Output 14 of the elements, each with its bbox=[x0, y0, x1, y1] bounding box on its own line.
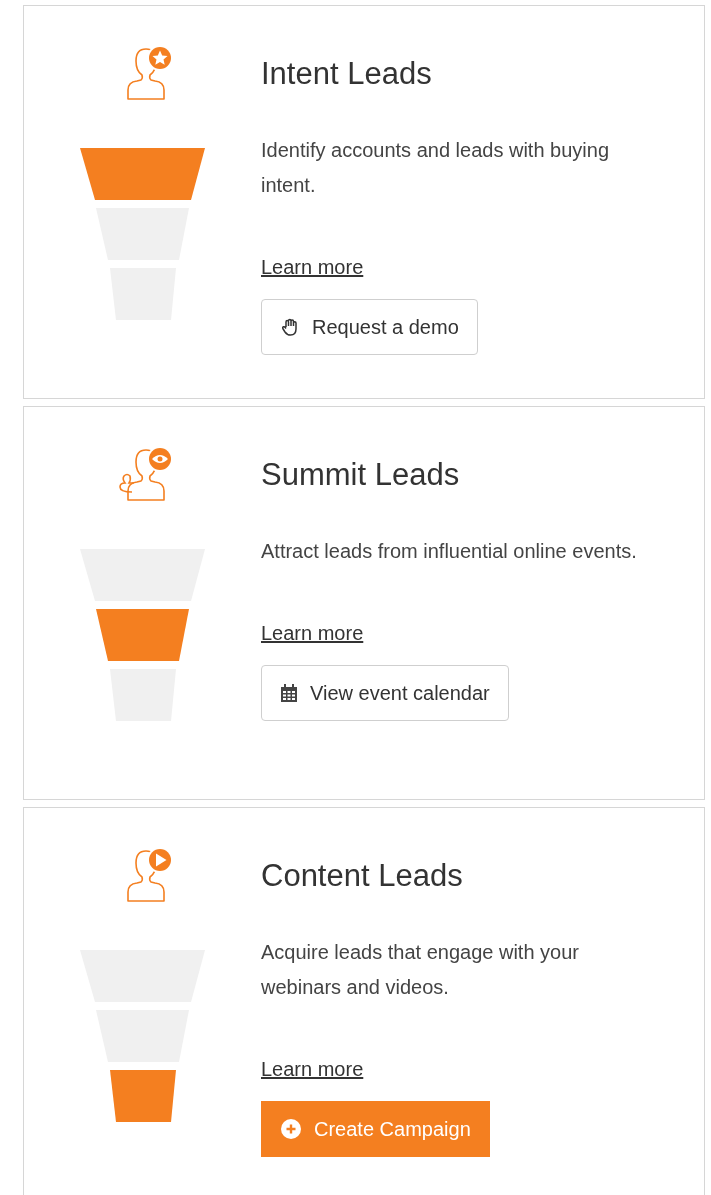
card-title: Intent Leads bbox=[261, 56, 432, 92]
card-title: Content Leads bbox=[261, 858, 463, 894]
learn-more-link[interactable]: Learn more bbox=[261, 620, 364, 646]
plus-circle-icon bbox=[280, 1118, 302, 1140]
action-button[interactable]: Request a demo bbox=[261, 299, 478, 355]
action-button[interactable]: View event calendar bbox=[261, 665, 509, 721]
card-description: Attract leads from influential online events. bbox=[261, 539, 638, 564]
card-title: Summit Leads bbox=[261, 457, 460, 493]
card-description: Identify accounts and leads with buying intent. bbox=[261, 138, 610, 198]
card-description: Acquire leads that engage with your webinars and videos. bbox=[261, 940, 580, 1000]
learn-more-link[interactable]: Learn more bbox=[261, 254, 364, 280]
calendar-icon bbox=[280, 683, 298, 703]
learn-more-link[interactable]: Learn more bbox=[261, 1056, 364, 1082]
hand-icon bbox=[280, 317, 300, 337]
